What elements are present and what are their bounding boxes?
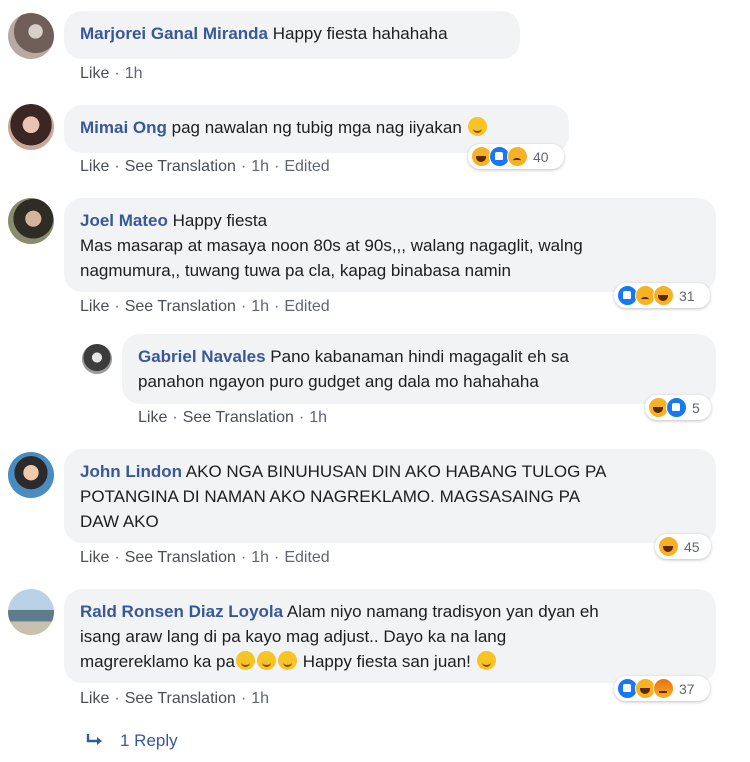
reactions-pill[interactable]: 45 — [655, 534, 711, 559]
like-button[interactable]: Like — [80, 298, 109, 315]
reaction-count: 31 — [679, 287, 695, 304]
timestamp[interactable]: 1h — [125, 65, 143, 82]
like-button[interactable]: Like — [138, 409, 167, 426]
comment-text-line: Happy fiesta san juan! — [297, 652, 476, 671]
separator-dot: · — [240, 549, 247, 566]
like-button[interactable]: Like — [80, 158, 109, 175]
like-button[interactable]: Like — [80, 65, 109, 82]
comment-text: pag nawalan ng tubig mga nag iiyakan — [166, 118, 467, 137]
smile-emoji-icon — [256, 651, 276, 670]
comment-actions: Like · See Translation · 1h — [138, 409, 327, 427]
edited-label[interactable]: Edited — [284, 298, 329, 315]
rofl-emoji-icon — [467, 117, 487, 136]
see-translation-link[interactable]: See Translation — [125, 298, 236, 315]
reaction-count: 40 — [533, 148, 549, 165]
comment-text-line: Mas masarap at masaya noon 80s at 90s,,,… — [80, 236, 583, 255]
see-translation-link[interactable]: See Translation — [125, 690, 236, 707]
laugh-emoji-icon — [277, 651, 297, 670]
see-translation-link[interactable]: See Translation — [183, 409, 294, 426]
separator-dot: · — [298, 409, 305, 426]
comment-author[interactable]: John Lindon — [80, 462, 182, 481]
haha-icon — [658, 536, 679, 557]
comment-text-line: DAW AKO — [80, 512, 159, 531]
edited-label[interactable]: Edited — [284, 158, 329, 175]
edited-label[interactable]: Edited — [284, 549, 329, 566]
reaction-count: 45 — [684, 538, 700, 555]
comment-bubble: Joel Mateo Happy fiesta Mas masarap at m… — [64, 198, 716, 292]
comment-text-line: POTANGINA DI NAMAN AKO NAGREKLAMO. MAGSA… — [80, 487, 581, 506]
timestamp[interactable]: 1h — [251, 549, 269, 566]
comment-actions: Like · See Translation · 1h — [80, 690, 269, 708]
comment-author[interactable]: Mimai Ong — [80, 118, 167, 137]
timestamp[interactable]: 1h — [251, 158, 269, 175]
timestamp[interactable]: 1h — [251, 690, 269, 707]
reactions-pill[interactable]: 37 — [614, 676, 710, 701]
comment-text-line: Alam niyo namang tradisyon yan dyan eh — [283, 602, 599, 621]
haha-icon — [653, 285, 674, 306]
avatar[interactable] — [8, 198, 54, 244]
reaction-count: 37 — [679, 680, 695, 697]
reply-arrow-icon — [86, 734, 102, 745]
comment-bubble: Rald Ronsen Diaz Loyola Alam niyo namang… — [64, 589, 716, 683]
comment-text-line: magrereklamo ka pa — [80, 652, 235, 671]
comment-author[interactable]: Joel Mateo — [80, 211, 168, 230]
comment-text: Happy fiesta hahahaha — [268, 24, 448, 43]
view-replies-link[interactable]: 1 Reply — [86, 731, 178, 751]
timestamp[interactable]: 1h — [309, 409, 327, 426]
grin-emoji-icon — [476, 651, 496, 670]
separator-dot: · — [114, 690, 120, 707]
comment-author[interactable]: Marjorei Ganal Miranda — [80, 24, 268, 43]
comment-bubble: Gabriel Navales Pano kabanaman hindi mag… — [122, 334, 716, 404]
avatar[interactable] — [8, 452, 54, 498]
separator-dot: · — [172, 409, 178, 426]
reactions-pill[interactable]: 5 — [645, 395, 711, 420]
separator-dot: · — [114, 549, 120, 566]
comment-actions: Like · See Translation · 1h · Edited — [80, 158, 330, 176]
smile-emoji-icon — [235, 651, 255, 670]
comment-bubble: Marjorei Ganal Miranda Happy fiesta haha… — [64, 11, 520, 59]
comment-author[interactable]: Rald Ronsen Diaz Loyola — [80, 602, 283, 621]
timestamp[interactable]: 1h — [251, 298, 269, 315]
reaction-count: 5 — [692, 399, 700, 416]
comment-text-line: panahon ngayon puro gudget ang dala mo h… — [138, 372, 539, 391]
see-translation-link[interactable]: See Translation — [125, 549, 236, 566]
separator-dot: · — [274, 549, 280, 566]
like-icon — [666, 397, 687, 418]
avatar[interactable] — [82, 344, 112, 374]
comment-text-line: Happy fiesta — [167, 211, 268, 230]
like-button[interactable]: Like — [80, 549, 109, 566]
comment-actions: Like · See Translation · 1h · Edited — [80, 549, 330, 567]
comment-actions: Like · 1h — [80, 65, 142, 83]
comment-text-line: Pano kabanaman hindi magagalit eh sa — [265, 347, 569, 366]
separator-dot: · — [114, 65, 120, 82]
sad-icon — [507, 146, 528, 167]
angry-icon — [653, 678, 674, 699]
comment-author[interactable]: Gabriel Navales — [138, 347, 266, 366]
comment-actions: Like · See Translation · 1h · Edited — [80, 298, 330, 316]
comment-text-line: isang araw lang di pa kayo mag adjust.. … — [80, 627, 507, 646]
avatar[interactable] — [8, 104, 54, 150]
reply-count-label[interactable]: 1 Reply — [120, 731, 178, 750]
comment-text-line: AKO NGA BINUHUSAN DIN AKO HABANG TULOG P… — [181, 462, 607, 481]
comment-bubble: John Lindon AKO NGA BINUHUSAN DIN AKO HA… — [64, 449, 716, 543]
reactions-pill[interactable]: 31 — [614, 283, 710, 308]
separator-dot: · — [274, 298, 280, 315]
separator-dot: · — [114, 298, 120, 315]
reactions-pill[interactable]: 40 — [468, 144, 564, 169]
separator-dot: · — [240, 158, 247, 175]
like-button[interactable]: Like — [80, 690, 109, 707]
separator-dot: · — [240, 690, 247, 707]
avatar[interactable] — [8, 589, 54, 635]
see-translation-link[interactable]: See Translation — [125, 158, 236, 175]
separator-dot: · — [114, 158, 120, 175]
separator-dot: · — [240, 298, 247, 315]
separator-dot: · — [274, 158, 280, 175]
avatar[interactable] — [8, 13, 54, 59]
comment-text-line: nagmumura,, tuwang tuwa pa cla, kapag bi… — [80, 261, 511, 280]
